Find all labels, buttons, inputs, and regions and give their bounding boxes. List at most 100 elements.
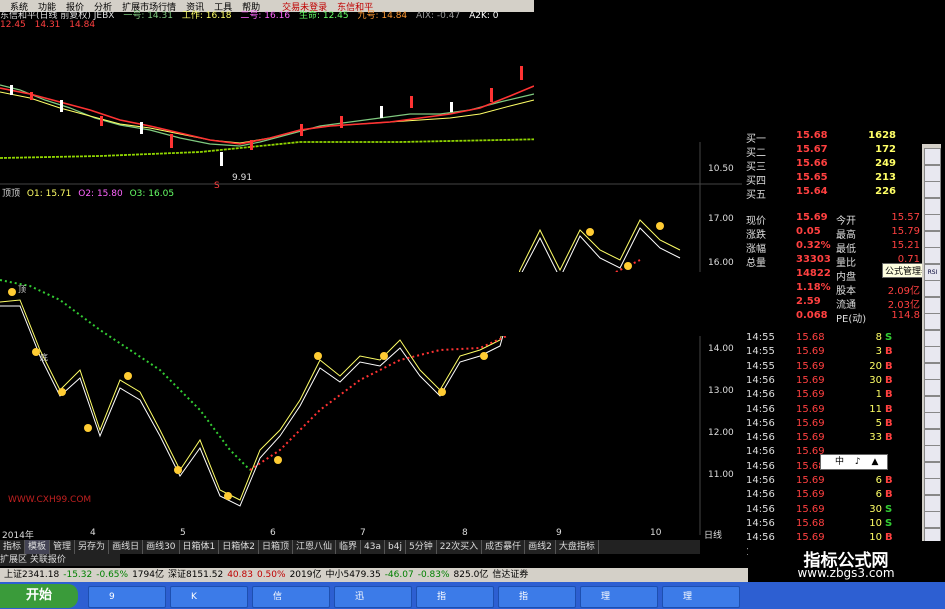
- popup-note-icon[interactable]: ♪: [855, 457, 861, 467]
- indicator-tab[interactable]: 画线日: [109, 540, 144, 554]
- indicator-tab[interactable]: 22次买入: [437, 540, 483, 554]
- bid-price: 15.67: [796, 144, 828, 155]
- signal-marker: [438, 388, 446, 396]
- date-tick: 9: [556, 528, 562, 538]
- indicator-tab[interactable]: 43a: [361, 540, 386, 554]
- indicator-tab[interactable]: 临界: [336, 540, 362, 554]
- ma-nine-value: 九号: 14.84: [357, 11, 408, 21]
- bid-price: 15.64: [796, 186, 828, 197]
- tick-price: 15.69: [796, 475, 825, 486]
- stat-label: 现价: [746, 216, 766, 227]
- stat-value: 0.05: [796, 226, 821, 237]
- candle: [340, 116, 343, 128]
- stat-value: 0.32%: [796, 240, 831, 251]
- tick-side: S: [885, 517, 893, 529]
- stat-value-2: 2.03亿: [887, 300, 920, 311]
- tool-icon[interactable]: [924, 329, 941, 347]
- bid-row[interactable]: 买一 15.68 1628: [744, 130, 922, 145]
- tool-icon[interactable]: [924, 296, 941, 314]
- indicator-tab[interactable]: 画线30: [143, 540, 180, 554]
- period-button[interactable]: 日线: [704, 528, 742, 541]
- popup-cn[interactable]: 中: [835, 457, 844, 467]
- osc-line-2: [0, 227, 681, 507]
- tool-icon[interactable]: [924, 164, 941, 182]
- tick-volume: 11: [869, 403, 882, 415]
- tool-icon[interactable]: [924, 379, 941, 396]
- stat-label-2: 量比: [836, 258, 856, 269]
- tool-icon[interactable]: [924, 395, 941, 413]
- indicator-tab[interactable]: 日箱体2: [219, 540, 259, 554]
- taskbar-item[interactable]: K: [170, 586, 248, 608]
- indicator-tab[interactable]: 指标: [0, 540, 26, 554]
- price-tick: 14.00: [708, 344, 734, 354]
- tool-icon[interactable]: [924, 181, 941, 198]
- tick-time: 14:56: [746, 489, 775, 501]
- indicator-tab[interactable]: 管理: [50, 540, 76, 554]
- date-tick: 6: [270, 528, 276, 538]
- tool-icon[interactable]: [924, 428, 941, 446]
- osc-line-1: [0, 219, 681, 501]
- indicator-tab[interactable]: b4j: [385, 540, 406, 554]
- bid-row[interactable]: 买五 15.64 226: [744, 186, 922, 201]
- bid-price: 15.66: [796, 158, 828, 169]
- tool-icon[interactable]: [924, 445, 941, 462]
- tick-time: 14:55: [746, 346, 775, 358]
- tool-icon[interactable]: [924, 511, 941, 528]
- occlusion-top-right: [534, 0, 945, 142]
- taskbar-item[interactable]: 信: [252, 586, 330, 608]
- tool-icon[interactable]: [924, 197, 941, 215]
- bid-label: 买三: [746, 162, 766, 173]
- tool-icon[interactable]: [924, 247, 941, 264]
- indicator-tab[interactable]: 模板: [25, 540, 51, 554]
- indicator-tab[interactable]: 画线2: [525, 540, 556, 554]
- popup-user-icon[interactable]: ▲: [872, 457, 879, 467]
- indicator-tab[interactable]: 大盘指标: [556, 540, 599, 554]
- stat-label-2: 最低: [836, 244, 856, 255]
- indicator-tab[interactable]: 日箱顶: [259, 540, 294, 554]
- tick-row: 14:56 15.69 6 B: [744, 489, 922, 503]
- tool-icon[interactable]: [924, 214, 941, 231]
- occlusion-middle: [160, 272, 782, 336]
- tool-icon[interactable]: [924, 478, 941, 495]
- tick-volume: 5: [875, 417, 882, 429]
- taskbar-item[interactable]: 迅: [334, 586, 412, 608]
- candle: [300, 124, 303, 136]
- tool-icon[interactable]: [924, 362, 941, 380]
- taskbar-item[interactable]: 9: [88, 586, 166, 608]
- bid-row[interactable]: 买三 15.66 249: [744, 158, 922, 173]
- rsi-button[interactable]: RSI: [924, 263, 941, 281]
- tool-icon[interactable]: [924, 461, 941, 479]
- stat-label: 涨跌: [746, 230, 766, 241]
- indicator-tab[interactable]: 日箱体1: [180, 540, 220, 554]
- ma-two-value: 二号: 16.16: [240, 11, 291, 21]
- signal-marker: [58, 388, 66, 396]
- tool-icon[interactable]: [924, 412, 941, 429]
- bid-row[interactable]: 买四 15.65 213: [744, 172, 922, 187]
- tick-price: 15.69: [796, 389, 825, 401]
- tool-icon[interactable]: [924, 346, 941, 363]
- status-item: 中小5479.35: [325, 570, 381, 580]
- indicator-tab[interactable]: 另存为: [75, 540, 110, 554]
- tool-icon[interactable]: [924, 148, 941, 165]
- bid-row[interactable]: 买二 15.67 172: [744, 144, 922, 159]
- taskbar-item[interactable]: 指: [498, 586, 576, 608]
- ma-one-value: 一号: 14.31: [123, 11, 173, 21]
- indicator-tab[interactable]: 江恩八仙: [293, 540, 337, 554]
- tool-icon[interactable]: [924, 494, 941, 512]
- stat-label-2: 股本: [836, 286, 856, 297]
- taskbar-item[interactable]: 理: [662, 586, 740, 608]
- tick-row: 14:55 15.69 20 B: [744, 361, 922, 375]
- taskbar-item[interactable]: 理: [580, 586, 658, 608]
- sub-value-3: 14.84: [69, 20, 96, 30]
- tool-icon[interactable]: [924, 280, 941, 297]
- tool-icon[interactable]: [924, 313, 941, 330]
- extension-tab[interactable]: 扩展区 关联报价: [0, 554, 120, 566]
- start-button[interactable]: 开始: [0, 584, 78, 608]
- taskbar-item[interactable]: 指: [416, 586, 494, 608]
- indicator-tab[interactable]: 成否暴仟: [482, 540, 526, 554]
- input-method-popup[interactable]: 中 ♪ ▲: [820, 454, 888, 470]
- indicator-tab[interactable]: 5分钟: [406, 540, 437, 554]
- stat-value: 14822: [796, 268, 831, 279]
- bid-price: 15.65: [796, 172, 828, 183]
- tool-icon[interactable]: [924, 230, 941, 248]
